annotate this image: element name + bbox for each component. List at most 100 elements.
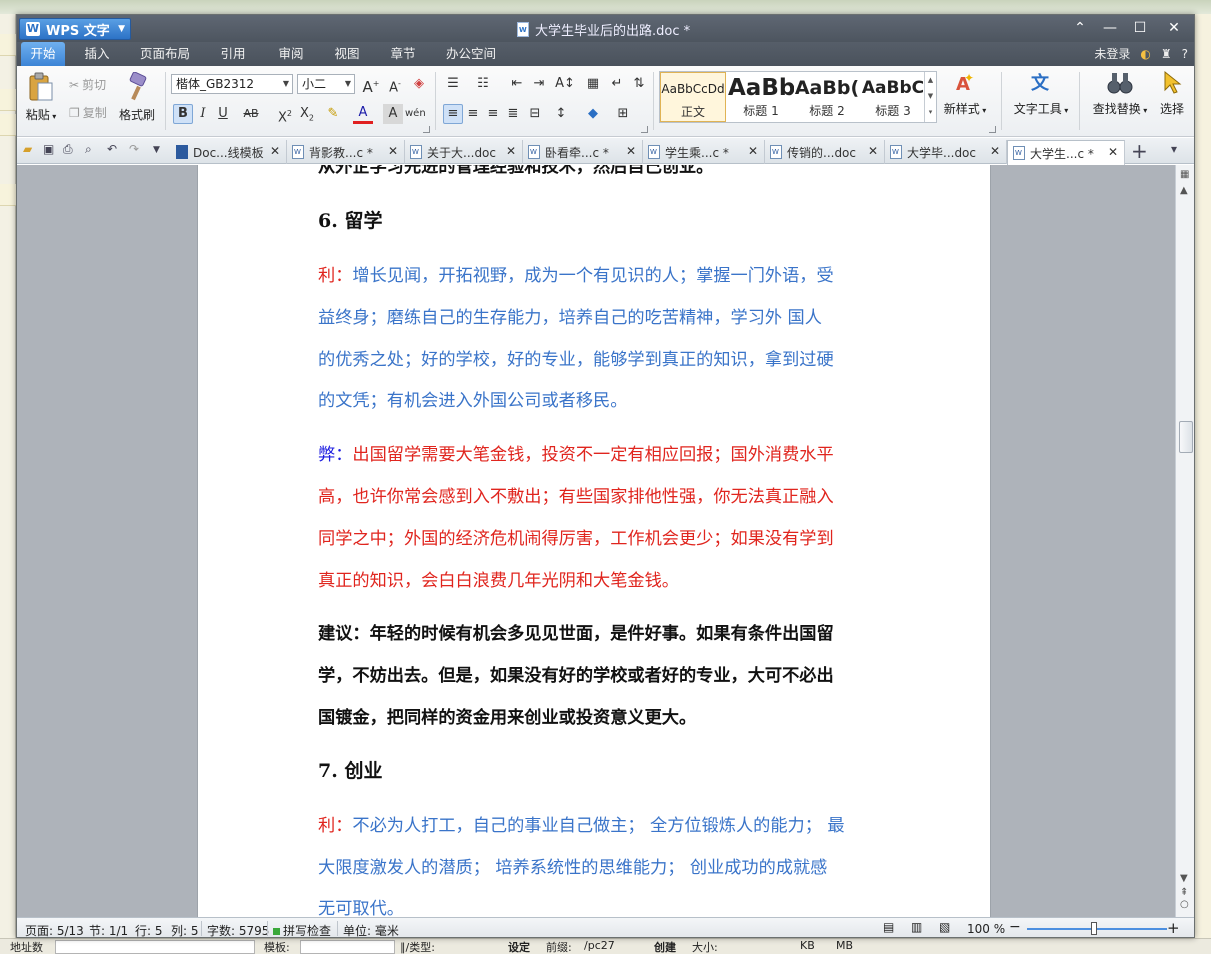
- save-icon[interactable]: ▣: [43, 142, 54, 156]
- paragraph-mark-icon[interactable]: ↵: [607, 74, 627, 94]
- shrink-font-icon[interactable]: A-: [385, 74, 405, 95]
- paragraph-dialog-launcher[interactable]: [641, 126, 648, 133]
- zoom-slider-thumb[interactable]: [1091, 922, 1097, 935]
- sort-icon[interactable]: ⇅: [629, 74, 649, 94]
- align-right-icon[interactable]: ≡: [483, 104, 503, 124]
- tab-page-layout[interactable]: 页面布局: [135, 42, 195, 66]
- help-button[interactable]: ?: [1182, 42, 1188, 66]
- app-menu-button[interactable]: W WPS 文字 ▼: [19, 18, 131, 40]
- borders-icon[interactable]: ⊞: [613, 104, 633, 124]
- browse-object-icon[interactable]: ○: [1180, 899, 1189, 910]
- zoom-out-icon[interactable]: −: [1009, 919, 1021, 935]
- tab-document[interactable]: Doc...线模板 ✕: [171, 140, 287, 164]
- format-painter-button[interactable]: 格式刷: [117, 72, 157, 123]
- status-unit[interactable]: 单位: 毫米: [343, 922, 399, 937]
- vertical-scrollbar[interactable]: ▦ ▲ ▼ ⇞ ○: [1175, 165, 1194, 917]
- close-tab-icon[interactable]: ✕: [270, 144, 280, 158]
- close-tab-icon[interactable]: ✕: [990, 144, 1000, 158]
- style-normal[interactable]: AaBbCcDd 正文: [660, 72, 726, 122]
- tab-document-active[interactable]: 大学生...c * ✕: [1007, 140, 1125, 165]
- tab-insert[interactable]: 插入: [77, 42, 117, 66]
- bullets-icon[interactable]: ☰: [443, 74, 463, 94]
- text-direction-icon[interactable]: A↕: [555, 74, 575, 94]
- zoom-level[interactable]: 100 %: [967, 922, 1005, 936]
- tab-review[interactable]: 审阅: [271, 42, 311, 66]
- superscript-icon[interactable]: X2: [275, 104, 295, 125]
- styles-dialog-launcher[interactable]: [989, 126, 996, 133]
- tab-document[interactable]: 卧看牵...c * ✕: [523, 140, 643, 164]
- close-tab-icon[interactable]: ✕: [506, 144, 516, 158]
- open-folder-icon[interactable]: ▰: [23, 142, 32, 156]
- shading-icon[interactable]: ◆: [583, 104, 603, 124]
- close-tab-icon[interactable]: ✕: [868, 144, 878, 158]
- justify-icon[interactable]: ≣: [503, 104, 523, 124]
- document-page[interactable]: 从外企学习先进的管理经验和技术，然后自己创业。 6. 留学 利：增长见闻，开拓视…: [197, 165, 991, 917]
- close-tab-icon[interactable]: ✕: [388, 144, 398, 158]
- copy-button[interactable]: ❐ 复制: [69, 104, 107, 121]
- paste-button[interactable]: 粘贴 ▾: [23, 72, 59, 123]
- tab-references[interactable]: 引用: [213, 42, 253, 66]
- align-left-icon[interactable]: ≡: [443, 104, 463, 124]
- numbering-icon[interactable]: ☷: [473, 74, 493, 94]
- font-color-icon[interactable]: A: [353, 104, 373, 124]
- zoom-slider-track[interactable]: [1027, 928, 1167, 930]
- tab-document[interactable]: 背影教...c * ✕: [287, 140, 405, 164]
- close-tab-icon[interactable]: ✕: [626, 144, 636, 158]
- status-page[interactable]: 页面: 5/13: [25, 922, 84, 937]
- tab-home[interactable]: 开始: [21, 42, 65, 66]
- tab-document[interactable]: 关于大...doc ✕: [405, 140, 523, 164]
- print-icon[interactable]: ⎙: [63, 142, 73, 157]
- font-name-select[interactable]: 楷体_GB2312 ▼: [171, 74, 293, 94]
- line-spacing-icon[interactable]: ↕: [551, 104, 571, 124]
- tab-document[interactable]: 传销的...doc ✕: [765, 140, 885, 164]
- tab-list-icon[interactable]: ▾: [1171, 142, 1177, 156]
- tab-chapter[interactable]: 章节: [383, 42, 423, 66]
- web-view-icon[interactable]: ▧: [939, 920, 950, 934]
- maximize-button[interactable]: ☐: [1125, 18, 1155, 38]
- styles-scroll[interactable]: ▲ ▼ ▾: [924, 72, 936, 122]
- align-center-icon[interactable]: ≡: [463, 104, 483, 124]
- font-size-select[interactable]: 小二 ▼: [297, 74, 355, 94]
- style-heading-2[interactable]: AaBb( 标题 2: [794, 72, 860, 122]
- underline-icon[interactable]: U: [213, 104, 233, 124]
- redo-icon[interactable]: ↷: [129, 142, 139, 156]
- spell-check-toggle[interactable]: 拼写检查: [273, 922, 331, 937]
- style-heading-3[interactable]: AaBbC 标题 3: [860, 72, 926, 122]
- decrease-indent-icon[interactable]: ⇤: [507, 74, 527, 94]
- clear-format-icon[interactable]: ◈: [409, 74, 429, 94]
- select-button[interactable]: 选择: [1155, 70, 1189, 117]
- status-word-count[interactable]: 字数: 5795: [207, 922, 269, 937]
- close-tab-icon[interactable]: ✕: [1108, 145, 1118, 159]
- text-tools-button[interactable]: 文 文字工具 ▾: [1009, 70, 1073, 117]
- find-replace-button[interactable]: 查找替换 ▾: [1087, 70, 1153, 117]
- increase-indent-icon[interactable]: ⇥: [529, 74, 549, 94]
- skin-icon[interactable]: ◐: [1140, 42, 1150, 66]
- tab-view[interactable]: 视图: [327, 42, 367, 66]
- style-heading-1[interactable]: AaBb 标题 1: [728, 72, 794, 122]
- undo-icon[interactable]: ↶: [107, 142, 117, 156]
- subscript-icon[interactable]: X2: [297, 104, 317, 124]
- page-view-icon[interactable]: ▤: [883, 920, 894, 934]
- new-tab-icon[interactable]: +: [1131, 139, 1148, 163]
- cut-button[interactable]: ✂ 剪切: [69, 76, 106, 93]
- table-icon[interactable]: ▦: [583, 74, 603, 94]
- print-preview-icon[interactable]: ⌕: [85, 142, 92, 157]
- phonetic-guide-icon[interactable]: wén: [405, 104, 426, 124]
- grow-font-icon[interactable]: A+: [361, 74, 381, 96]
- login-status[interactable]: 未登录: [1094, 42, 1130, 66]
- scroll-down-icon[interactable]: ▼: [1180, 873, 1188, 884]
- quick-access-dropdown-icon[interactable]: ▼: [153, 145, 160, 155]
- bookmark-icon[interactable]: ▦: [1180, 169, 1189, 180]
- tab-document[interactable]: 大学毕...doc ✕: [885, 140, 1007, 164]
- scrollbar-thumb[interactable]: [1179, 421, 1193, 453]
- highlight-icon[interactable]: ✎: [323, 104, 343, 124]
- minimize-button[interactable]: —: [1095, 18, 1125, 38]
- italic-icon[interactable]: I: [193, 104, 213, 124]
- tab-document[interactable]: 学生乘...c * ✕: [643, 140, 765, 164]
- zoom-in-icon[interactable]: +: [1167, 919, 1180, 937]
- close-button[interactable]: ✕: [1159, 18, 1189, 38]
- prev-page-icon[interactable]: ⇞: [1180, 887, 1188, 898]
- new-style-button[interactable]: A ✦ 新样式 ▾: [939, 70, 991, 117]
- bold-icon[interactable]: B: [173, 104, 193, 124]
- char-shading-icon[interactable]: A: [383, 104, 403, 124]
